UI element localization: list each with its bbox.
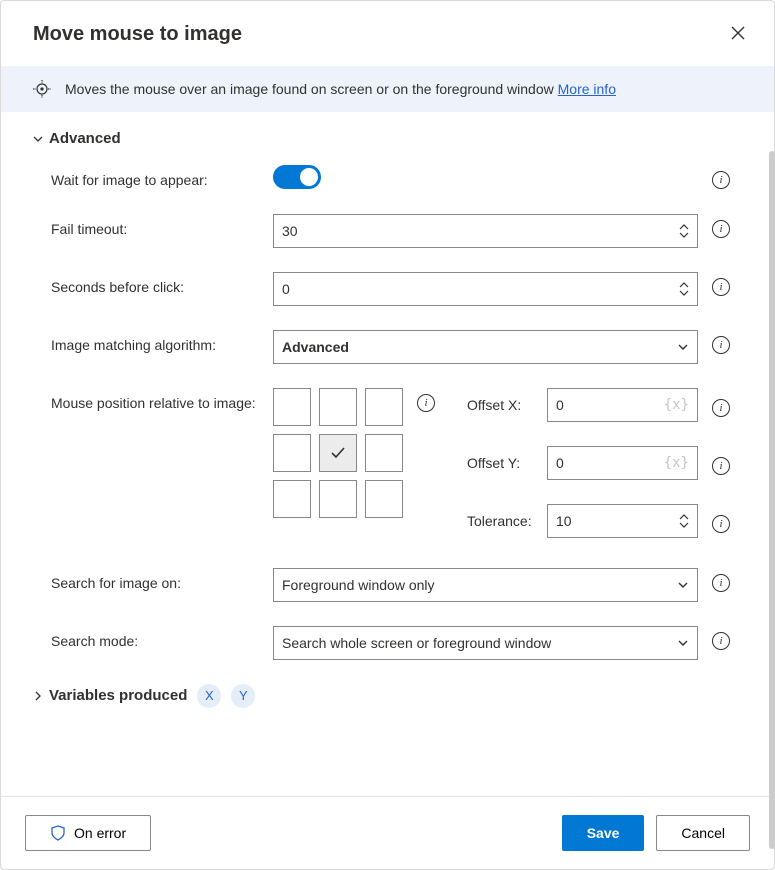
target-icon [33, 80, 51, 98]
chevron-down-icon [679, 289, 689, 296]
info-icon[interactable]: i [712, 399, 730, 417]
position-middle-left[interactable] [273, 434, 311, 472]
position-top-center[interactable] [319, 388, 357, 426]
select-matching-algorithm[interactable]: Advanced [273, 330, 698, 364]
label-seconds-before-click: Seconds before click: [33, 272, 273, 297]
variable-hint-icon[interactable]: {x} [664, 397, 689, 413]
label-wait-for-image: Wait for image to appear: [33, 165, 273, 190]
close-icon [730, 25, 746, 41]
spinner-buttons[interactable] [679, 514, 689, 528]
check-icon [329, 444, 347, 462]
spinner-buttons[interactable] [679, 224, 689, 238]
dialog-header: Move mouse to image [1, 1, 774, 66]
position-middle-right[interactable] [365, 434, 403, 472]
label-mouse-position: Mouse position relative to image: [33, 388, 273, 413]
label-offset-x: Offset X: [467, 397, 547, 413]
section-advanced-toggle[interactable]: Advanced [33, 130, 730, 147]
chevron-up-icon [679, 514, 689, 521]
select-search-on[interactable]: Foreground window only [273, 568, 698, 602]
label-tolerance: Tolerance: [467, 513, 547, 529]
chevron-down-icon [677, 637, 689, 649]
info-icon[interactable]: i [712, 574, 730, 592]
dialog-body: Advanced Wait for image to appear: i Fai… [1, 112, 774, 796]
info-banner: Moves the mouse over an image found on s… [1, 66, 774, 112]
label-matching-algorithm: Image matching algorithm: [33, 330, 273, 355]
input-fail-timeout[interactable]: 30 [273, 214, 698, 248]
chevron-up-icon [679, 224, 689, 231]
position-middle-center[interactable] [319, 434, 357, 472]
spinner-buttons[interactable] [679, 282, 689, 296]
dialog-move-mouse-to-image: Move mouse to image Moves the mouse over… [0, 0, 775, 870]
dialog-title: Move mouse to image [33, 23, 242, 46]
chevron-down-icon [33, 134, 43, 144]
variable-pill-x[interactable]: X [197, 684, 221, 708]
chevron-down-icon [679, 231, 689, 238]
more-info-link[interactable]: More info [558, 81, 616, 97]
label-offset-y: Offset Y: [467, 455, 547, 471]
toggle-wait-for-image[interactable] [273, 165, 321, 189]
save-button[interactable]: Save [562, 815, 645, 851]
chevron-down-icon [677, 341, 689, 353]
info-icon[interactable]: i [712, 336, 730, 354]
info-icon[interactable]: i [712, 457, 730, 475]
info-icon[interactable]: i [712, 515, 730, 533]
position-bottom-right[interactable] [365, 480, 403, 518]
label-fail-timeout: Fail timeout: [33, 214, 273, 239]
dialog-footer: On error Save Cancel [1, 796, 774, 869]
shield-icon [50, 825, 66, 841]
chevron-right-icon [33, 691, 43, 701]
position-bottom-left[interactable] [273, 480, 311, 518]
label-search-on: Search for image on: [33, 568, 273, 593]
label-search-mode: Search mode: [33, 626, 273, 651]
position-grid [273, 388, 403, 518]
on-error-button[interactable]: On error [25, 815, 151, 851]
section-variables-toggle[interactable]: Variables produced [33, 687, 187, 704]
info-icon[interactable]: i [712, 278, 730, 296]
variable-hint-icon[interactable]: {x} [664, 455, 689, 471]
info-icon[interactable]: i [712, 632, 730, 650]
info-icon[interactable]: i [712, 220, 730, 238]
position-top-left[interactable] [273, 388, 311, 426]
input-offset-x[interactable]: 0 {x} [547, 388, 698, 422]
select-search-mode[interactable]: Search whole screen or foreground window [273, 626, 698, 660]
input-offset-y[interactable]: 0 {x} [547, 446, 698, 480]
chevron-up-icon [679, 282, 689, 289]
input-tolerance[interactable]: 10 [547, 504, 698, 538]
position-bottom-center[interactable] [319, 480, 357, 518]
chevron-down-icon [677, 579, 689, 591]
banner-text: Moves the mouse over an image found on s… [65, 81, 616, 97]
info-icon[interactable]: i [712, 171, 730, 189]
chevron-down-icon [679, 521, 689, 528]
info-icon[interactable]: i [417, 394, 435, 412]
cancel-button[interactable]: Cancel [656, 815, 750, 851]
close-button[interactable] [726, 21, 750, 48]
input-seconds-before-click[interactable]: 0 [273, 272, 698, 306]
position-top-right[interactable] [365, 388, 403, 426]
variable-pill-y[interactable]: Y [231, 684, 255, 708]
